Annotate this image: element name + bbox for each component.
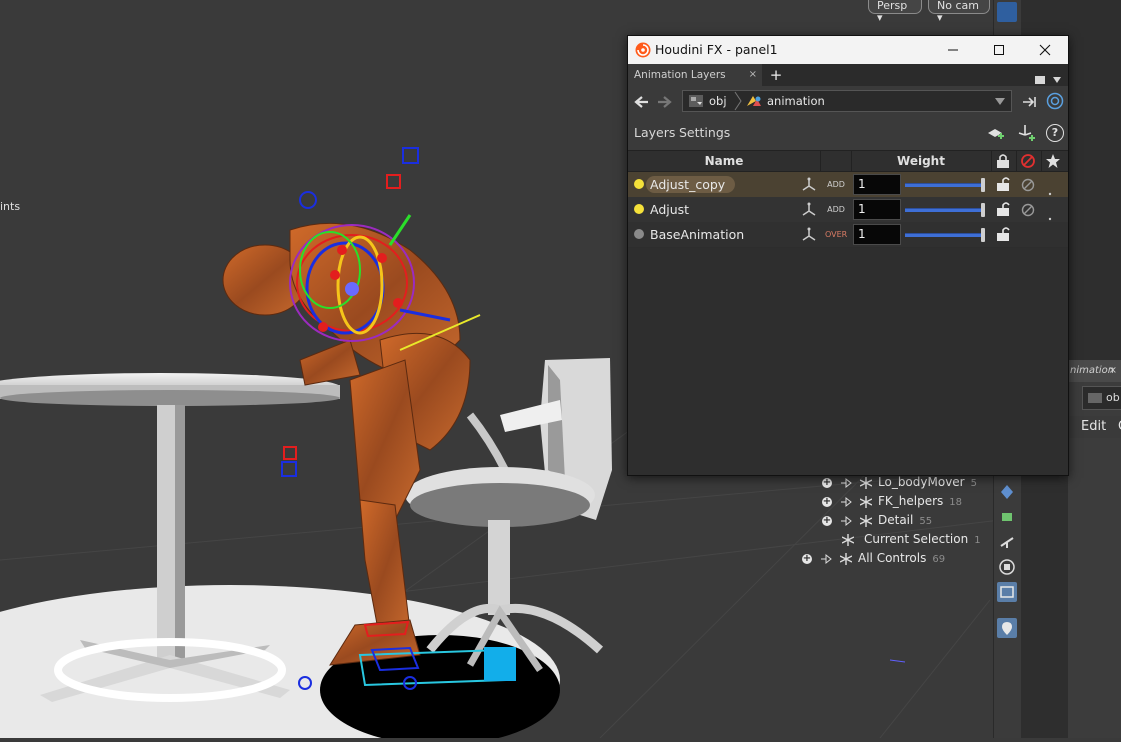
key-icon — [841, 496, 852, 507]
layer-color-icon[interactable] — [634, 179, 644, 189]
weight-field[interactable]: 1 — [853, 199, 901, 220]
rig-icon — [801, 177, 817, 197]
expand-icon[interactable]: + — [822, 496, 832, 507]
blend-mode[interactable]: ADD — [825, 172, 847, 197]
background-pane-tab[interactable]: nimation × — [1068, 360, 1121, 382]
add-tab-button[interactable]: + — [768, 64, 784, 86]
houdini-logo-icon — [635, 42, 651, 58]
weight-field[interactable]: 1 — [853, 224, 901, 245]
layer-name[interactable]: BaseAnimation — [650, 226, 744, 243]
add-rig-layer-icon[interactable] — [1016, 123, 1036, 147]
tree-item[interactable]: Current Selection 1 — [842, 530, 981, 549]
add-layer-icon[interactable] — [986, 125, 1006, 147]
pane-tab-bar: Animation Layers [APEX]× + — [628, 64, 1068, 103]
display-options-icon[interactable] — [997, 2, 1017, 22]
key-icon — [841, 477, 852, 488]
rig-icon — [801, 202, 817, 222]
weight-slider[interactable] — [905, 233, 981, 237]
window-titlebar[interactable]: Houdini FX - panel1 — [628, 36, 1068, 64]
path-bar: obj animation — [628, 86, 1068, 116]
weight-slider-handle[interactable] — [981, 203, 985, 217]
weight-slider-handle[interactable] — [981, 178, 985, 192]
weight-slider-handle[interactable] — [981, 228, 985, 242]
unlock-icon[interactable] — [995, 201, 1011, 221]
asterisk-icon — [860, 476, 872, 489]
camera-menu[interactable]: No cam ▾ — [928, 0, 990, 24]
obj-network-icon — [689, 95, 703, 107]
viewport-label-fragment: ints — [0, 200, 21, 213]
stop-icon[interactable] — [997, 557, 1017, 577]
column-name[interactable]: Name — [628, 151, 820, 171]
path-root[interactable]: obj — [709, 91, 727, 111]
weight-slider[interactable] — [905, 208, 981, 212]
asterisk-icon — [842, 533, 854, 546]
rig-icon — [801, 227, 817, 247]
minimize-button[interactable] — [930, 36, 976, 64]
expand-icon[interactable]: + — [822, 515, 832, 526]
background-image-icon[interactable] — [997, 582, 1017, 602]
expand-icon[interactable]: + — [802, 553, 812, 564]
layers-menu[interactable]: Layers — [634, 118, 675, 148]
bone-icon[interactable] — [997, 507, 1017, 527]
mute-icon[interactable] — [1020, 202, 1036, 222]
layer-row[interactable]: Adjust_copy ADD 1 — [628, 172, 1068, 198]
asterisk-icon — [860, 495, 872, 508]
layer-row[interactable]: BaseAnimation OVER 1 — [628, 222, 1068, 248]
layer-name[interactable]: Adjust_copy — [646, 176, 736, 193]
maximize-button[interactable] — [976, 36, 1022, 64]
unlock-icon[interactable] — [995, 176, 1011, 196]
weight-slider[interactable] — [905, 183, 981, 187]
layer-color-icon[interactable] — [634, 229, 644, 239]
weight-field[interactable]: 1 — [853, 174, 901, 195]
tree-item[interactable]: + All Controls 69 — [802, 549, 945, 568]
mute-column-icon[interactable] — [1020, 153, 1036, 173]
location-pin-icon[interactable] — [997, 618, 1017, 638]
back-arrow-icon[interactable] — [634, 94, 650, 113]
path-node[interactable]: animation — [767, 91, 825, 111]
path-separator-icon — [734, 91, 742, 111]
tree-item[interactable]: + FK_helpers 18 — [822, 492, 962, 511]
column-weight[interactable]: Weight — [852, 151, 990, 171]
handle-icon[interactable] — [997, 532, 1017, 552]
snap-icon[interactable] — [997, 482, 1017, 502]
asterisk-icon — [860, 514, 872, 527]
key-icon — [841, 515, 852, 526]
blend-mode[interactable]: OVER — [825, 222, 847, 247]
network-icon — [1088, 393, 1102, 403]
network-path-field[interactable]: obj animation — [682, 90, 1012, 112]
tab-close-icon[interactable]: × — [749, 64, 757, 86]
animation-node-icon — [747, 96, 761, 106]
asterisk-icon — [840, 552, 852, 565]
pin-icon[interactable] — [1022, 94, 1040, 113]
path-dropdown-icon[interactable] — [995, 98, 1005, 106]
blend-mode[interactable]: ADD — [825, 197, 847, 222]
background-pane: nimation× ob Edit C — [1068, 360, 1121, 738]
solo-column-icon[interactable] — [1045, 153, 1061, 173]
link-target-icon[interactable] — [1046, 92, 1064, 114]
close-button[interactable] — [1022, 36, 1068, 64]
background-path-field[interactable]: ob — [1082, 386, 1121, 410]
persp-menu[interactable]: Persp ▾ — [868, 0, 922, 24]
animation-layers-window: Houdini FX - panel1 Animation Layers [AP… — [627, 35, 1069, 476]
tab-animation-layers[interactable]: Animation Layers [APEX]× — [628, 64, 762, 103]
key-icon — [821, 553, 832, 564]
help-icon[interactable]: ? — [1046, 124, 1064, 142]
layer-row[interactable]: Adjust ADD 1 — [628, 197, 1068, 223]
window-title: Houdini FX - panel1 — [655, 42, 778, 57]
mute-icon[interactable] — [1020, 177, 1036, 197]
expand-icon[interactable]: + — [822, 477, 832, 488]
background-menu-row: Edit C — [1068, 416, 1121, 438]
settings-menu[interactable]: Settings — [679, 118, 730, 148]
edit-menu[interactable]: Edit — [1081, 416, 1106, 438]
unlock-icon[interactable] — [995, 226, 1011, 246]
layers-menubar: Layers Settings ? — [628, 118, 1068, 148]
layer-name[interactable]: Adjust — [650, 201, 689, 218]
lock-column-icon[interactable] — [995, 153, 1011, 173]
tree-item[interactable]: + Detail 55 — [822, 511, 932, 530]
layer-color-icon[interactable] — [634, 204, 644, 214]
layers-table-header: Name Weight — [628, 150, 1068, 172]
layers-list-empty-area[interactable] — [628, 248, 1068, 475]
forward-arrow-icon[interactable] — [656, 94, 672, 113]
